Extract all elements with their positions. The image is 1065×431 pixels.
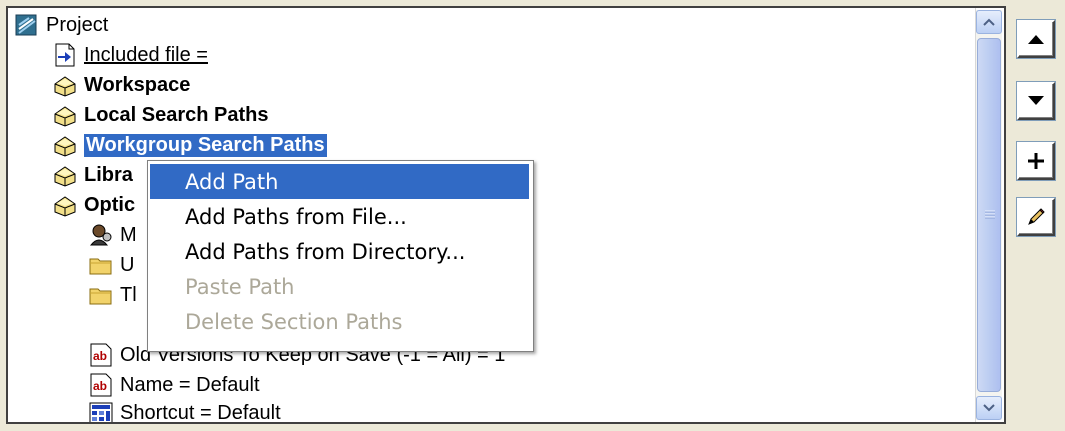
tree-item-project[interactable]: Project — [14, 10, 108, 40]
scroll-up-button[interactable] — [976, 10, 1002, 34]
tree-item-label: Name = Default — [120, 373, 260, 396]
svg-text:ab: ab — [93, 349, 107, 363]
section-icon — [54, 196, 76, 217]
add-button[interactable] — [1017, 142, 1055, 180]
folder-icon — [89, 288, 112, 305]
section-icon — [54, 136, 76, 157]
include-file-icon — [55, 43, 75, 67]
tree-item-label: Libra — [84, 163, 133, 186]
menu-item-label: Add Paths from File... — [185, 204, 407, 229]
tree-item-label: Local Search Paths — [84, 103, 269, 126]
tree-item-label: Optic — [84, 193, 136, 216]
menu-item-label: Delete Section Paths — [185, 309, 403, 334]
tree-item-included-file[interactable]: Included file = — [52, 40, 208, 70]
tree-item-options[interactable]: Optic — [52, 190, 135, 220]
edit-button[interactable] — [1017, 198, 1055, 236]
grip-icon — [985, 210, 995, 219]
pencil-icon — [1028, 208, 1045, 225]
tree-item-label: Included file = — [84, 43, 208, 66]
tree-item-user[interactable]: M — [88, 220, 137, 250]
menu-item-delete-section-paths: Delete Section Paths — [150, 304, 529, 339]
text-value-icon: ab — [90, 373, 112, 397]
tree-item-label: Shortcut = Default — [120, 401, 281, 424]
svg-text:ab: ab — [93, 379, 107, 393]
menu-item-add-paths-from-file[interactable]: Add Paths from File... — [150, 199, 529, 234]
scroll-down-button[interactable] — [976, 396, 1002, 420]
menu-item-add-path[interactable]: Add Path — [150, 164, 529, 199]
triangle-down-icon — [1028, 96, 1044, 105]
tree-item-shortcut[interactable]: Shortcut = Default — [88, 398, 281, 424]
menu-item-label: Add Paths from Directory... — [185, 239, 466, 264]
triangle-up-icon — [1028, 35, 1044, 44]
vertical-scrollbar[interactable] — [976, 10, 1002, 420]
chevron-up-icon — [983, 18, 995, 26]
menu-item-label: Paste Path — [185, 274, 295, 299]
section-icon — [54, 106, 76, 127]
chevron-down-icon — [983, 404, 995, 412]
shortcut-icon — [89, 402, 113, 422]
scroll-thumb[interactable] — [977, 38, 1001, 392]
tree-item-label: Tl — [120, 283, 137, 306]
tree-item-label: M — [120, 223, 137, 246]
tree-item-label: Workspace — [84, 73, 191, 96]
menu-item-label: Add Path — [185, 169, 279, 194]
plus-icon — [1028, 153, 1044, 169]
section-icon — [54, 166, 76, 187]
tree-item-name[interactable]: ab Name = Default — [88, 370, 260, 400]
text-value-icon: ab — [90, 343, 112, 367]
tree-item-label: Project — [46, 13, 109, 36]
move-down-button[interactable] — [1017, 82, 1055, 120]
folder-icon — [89, 258, 112, 275]
tree-item-local-search-paths[interactable]: Local Search Paths — [52, 100, 269, 130]
tree-item-libraries[interactable]: Libra — [52, 160, 133, 190]
tree-item-folder-t[interactable]: Tl — [88, 280, 137, 310]
tree-item-workspace[interactable]: Workspace — [52, 70, 190, 100]
tree-item-folder-u[interactable]: U — [88, 250, 134, 280]
project-tree-dialog: Project Included file = Workspace Local … — [0, 0, 1065, 431]
tree-item-label: U — [120, 253, 135, 276]
context-menu: Add Path Add Paths from File... Add Path… — [147, 160, 534, 352]
menu-item-paste-path: Paste Path — [150, 269, 529, 304]
user-icon — [89, 224, 112, 246]
tree-item-label: Workgroup Search Paths — [84, 133, 327, 157]
move-up-button[interactable] — [1017, 20, 1055, 58]
project-icon — [15, 14, 37, 36]
tree-item-workgroup-search-paths[interactable]: Workgroup Search Paths — [52, 130, 327, 160]
section-icon — [54, 76, 76, 97]
menu-item-add-paths-from-directory[interactable]: Add Paths from Directory... — [150, 234, 529, 269]
